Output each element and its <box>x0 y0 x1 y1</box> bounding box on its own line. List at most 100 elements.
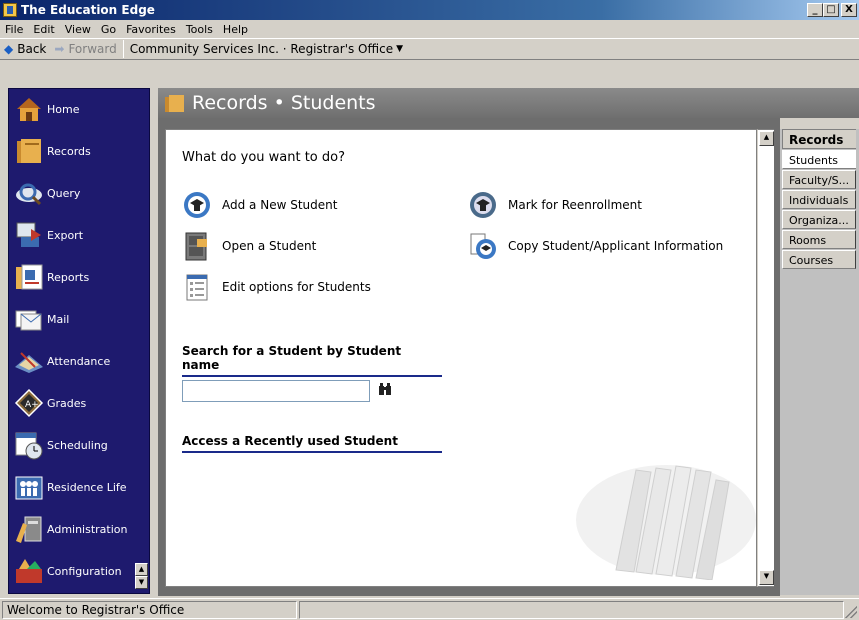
sidebar-item-label: Residence Life <box>47 480 127 494</box>
open-student-link[interactable]: Open a Student <box>182 231 316 261</box>
sidebar-item-grades[interactable]: A+ Grades <box>9 385 149 421</box>
sidebar-item-label: Grades <box>47 396 87 410</box>
close-button[interactable]: X <box>841 3 857 17</box>
menu-edit[interactable]: Edit <box>28 23 59 36</box>
add-student-icon <box>182 190 212 220</box>
task-question: What do you want to do? <box>182 150 346 165</box>
sidebar-scrollbar[interactable]: ▲ ▼ <box>135 563 148 591</box>
forward-label: Forward <box>68 42 117 56</box>
scroll-down-icon[interactable]: ▼ <box>135 576 148 589</box>
tab-individuals[interactable]: Individuals <box>782 190 856 209</box>
tabs-title: Records <box>782 129 856 149</box>
title-bar: The Education Edge _ □ X <box>0 0 859 20</box>
status-bar: Welcome to Registrar's Office <box>0 598 859 620</box>
sidebar-item-label: Administration <box>47 522 128 536</box>
sidebar-item-records[interactable]: Records <box>9 133 149 169</box>
sidebar-item-configuration[interactable]: Configuration <box>9 553 149 589</box>
house-icon <box>13 93 45 125</box>
sidebar-item-scheduling[interactable]: Scheduling <box>9 427 149 463</box>
svg-text:A+: A+ <box>25 400 39 410</box>
nav-separator <box>122 40 124 58</box>
menu-tools[interactable]: Tools <box>181 23 218 36</box>
sidebar-item-label: Records <box>47 144 91 158</box>
page-header: Records • Students <box>158 88 859 118</box>
window-controls: _ □ X <box>807 3 857 17</box>
magnifier-icon <box>13 177 45 209</box>
sidebar-item-label: Configuration <box>47 564 122 578</box>
sidebar-item-label: Query <box>47 186 81 200</box>
tab-faculty-staff[interactable]: Faculty/S... <box>782 170 856 189</box>
breadcrumb[interactable]: Community Services Inc. · Registrar's Of… <box>130 42 403 56</box>
page-title: Records • Students <box>192 92 376 114</box>
menu-go[interactable]: Go <box>96 23 121 36</box>
sidebar-item-label: Export <box>47 228 84 242</box>
menu-help[interactable]: Help <box>218 23 253 36</box>
tools-icon <box>13 513 45 545</box>
people-icon <box>13 471 45 503</box>
status-pane-empty <box>299 601 844 619</box>
scroll-up-icon[interactable]: ▲ <box>135 563 148 576</box>
grades-icon: A+ <box>13 387 45 419</box>
sidebar-item-label: Home <box>47 102 80 116</box>
app-icon <box>3 3 17 17</box>
search-heading: Search for a Student by Student name <box>182 344 442 377</box>
export-icon <box>13 219 45 251</box>
sidebar-item-home[interactable]: Home <box>9 91 149 127</box>
menu-file[interactable]: File <box>0 23 28 36</box>
edit-options-link[interactable]: Edit options for Students <box>182 272 371 302</box>
tab-students[interactable]: Students <box>782 150 856 169</box>
resize-grip-icon[interactable] <box>845 606 857 618</box>
sidebar-item-label: Scheduling <box>47 438 108 452</box>
back-button[interactable]: ◆ Back <box>0 42 50 56</box>
minimize-button[interactable]: _ <box>807 3 823 17</box>
clock-icon <box>13 429 45 461</box>
recent-heading: Access a Recently used Student <box>182 434 442 453</box>
task-label: Copy Student/Applicant Information <box>508 239 724 253</box>
forward-button[interactable]: ➡ Forward <box>50 42 120 56</box>
window-title: The Education Edge <box>21 3 155 17</box>
reenroll-icon <box>468 190 498 220</box>
tab-rooms[interactable]: Rooms <box>782 230 856 249</box>
folders-watermark-icon <box>566 430 756 581</box>
menu-favorites[interactable]: Favorites <box>121 23 181 36</box>
folders-icon <box>164 93 186 113</box>
mark-reenrollment-link[interactable]: Mark for Reenrollment <box>468 190 642 220</box>
records-tabs: Records Students Faculty/S... Individual… <box>782 129 856 269</box>
scroll-down-icon[interactable]: ▼ <box>759 570 774 585</box>
maximize-button[interactable]: □ <box>823 3 839 17</box>
folders-icon <box>13 135 45 167</box>
sidebar-item-mail[interactable]: Mail <box>9 301 149 337</box>
chevron-down-icon: ▼ <box>396 44 404 54</box>
binoculars-icon[interactable] <box>378 382 392 396</box>
config-icon <box>13 555 45 587</box>
sidebar-item-attendance[interactable]: Attendance <box>9 343 149 379</box>
mail-icon <box>13 303 45 335</box>
sidebar-item-label: Attendance <box>47 354 111 368</box>
sidebar-item-residence-life[interactable]: Residence Life <box>9 469 149 505</box>
sidebar-item-label: Reports <box>47 270 90 284</box>
task-label: Mark for Reenrollment <box>508 198 642 212</box>
status-text: Welcome to Registrar's Office <box>2 601 297 619</box>
sidebar-item-query[interactable]: Query <box>9 175 149 211</box>
sidebar-item-administration[interactable]: Administration <box>9 511 149 547</box>
attendance-icon <box>13 345 45 377</box>
sidebar-item-reports[interactable]: Reports <box>9 259 149 295</box>
copy-student-link[interactable]: Copy Student/Applicant Information <box>468 231 723 261</box>
task-label: Open a Student <box>222 239 317 253</box>
navigation-bar: ◆ Back ➡ Forward Community Services Inc.… <box>0 38 859 60</box>
add-student-link[interactable]: Add a New Student <box>182 190 337 220</box>
tab-courses[interactable]: Courses <box>782 250 856 269</box>
back-label: Back <box>17 42 47 56</box>
menu-view[interactable]: View <box>60 23 96 36</box>
content-scrollbar[interactable]: ▲ ▼ <box>757 129 774 587</box>
edit-options-icon <box>182 272 212 302</box>
task-panel: What do you want to do? Add a New Studen… <box>165 129 757 587</box>
forward-arrow-icon: ➡ <box>54 42 65 56</box>
sidebar-item-export[interactable]: Export <box>9 217 149 253</box>
open-cabinet-icon <box>182 231 212 261</box>
copy-student-icon <box>468 231 498 261</box>
scroll-up-icon[interactable]: ▲ <box>759 131 774 146</box>
tab-organizations[interactable]: Organiza... <box>782 210 856 229</box>
student-search-input[interactable] <box>182 380 370 402</box>
sidebar-item-label: Mail <box>47 312 70 326</box>
